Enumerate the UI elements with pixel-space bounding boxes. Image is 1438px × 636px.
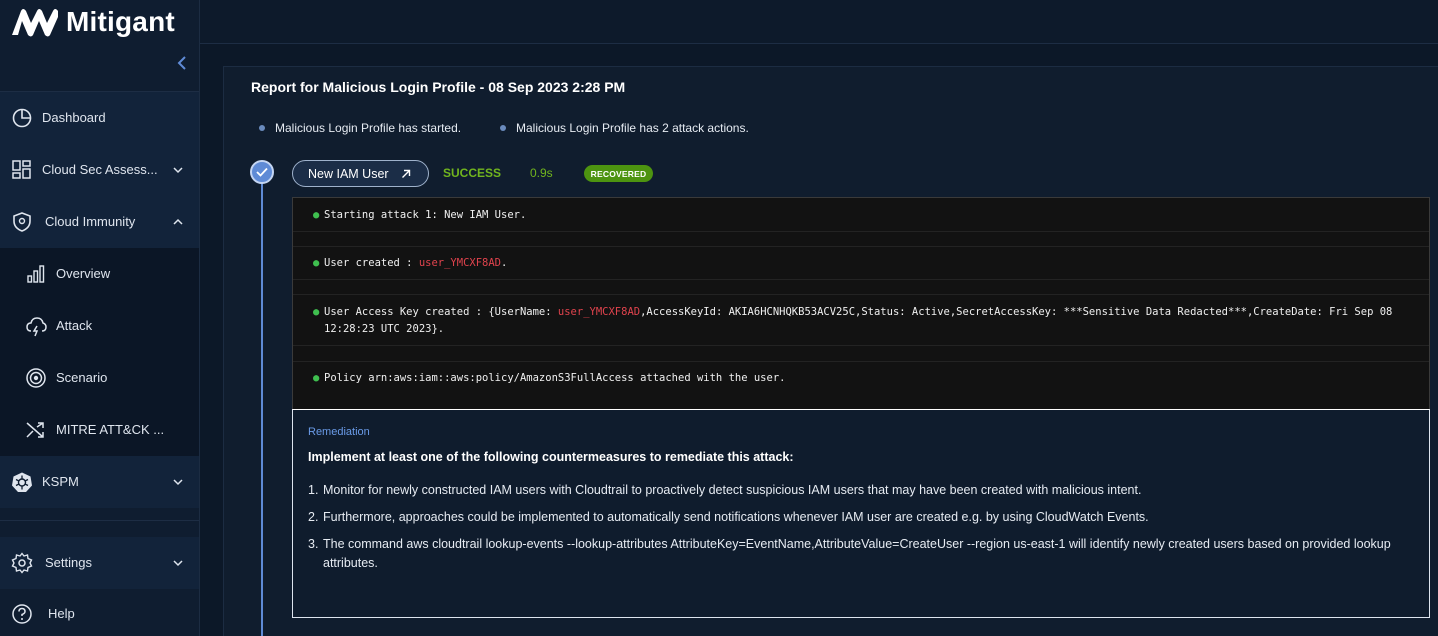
external-link-icon — [401, 169, 410, 178]
log-line: ● Starting attack 1: New IAM User. — [293, 207, 1429, 224]
log-text: User Access Key created : {UserName: — [324, 306, 558, 318]
shield-icon — [13, 212, 31, 232]
remediation-item-number: 3. — [308, 537, 319, 551]
log-dot: ● — [313, 306, 320, 318]
divider — [293, 345, 1429, 346]
report-bullet-actions: Malicious Login Profile has 2 attack act… — [500, 121, 749, 135]
chevron-left-icon — [177, 56, 186, 70]
sidebar: Mitigant Dashboard Cloud Sec Assess... C… — [0, 0, 200, 636]
log-text: Starting attack 1: New IAM User. — [324, 209, 527, 221]
log-line: ● User Access Key created : {UserName: u… — [293, 304, 1429, 338]
log-text: Policy arn:aws:iam::aws:policy/AmazonS3F… — [324, 372, 786, 384]
help-icon — [12, 604, 32, 624]
chevron-down-icon — [173, 167, 183, 174]
log-text: User created : — [324, 257, 419, 269]
logo-text: Mitigant — [66, 6, 175, 37]
report-bullet-started: Malicious Login Profile has started. — [259, 121, 461, 135]
report-title: Report for Malicious Login Profile - 08 … — [251, 79, 626, 95]
sidebar-item-label: Settings — [45, 555, 92, 570]
remediation-heading: Implement at least one of the following … — [308, 450, 794, 464]
chevron-down-icon — [173, 479, 183, 486]
log-line: ● User created : user_YMCXF8AD. — [293, 255, 1429, 272]
bullet-text: Malicious Login Profile has 2 attack act… — [516, 121, 749, 135]
attack-name-button[interactable]: New IAM User — [292, 160, 429, 187]
sidebar-item-help[interactable]: Help — [0, 588, 199, 636]
log-dot: ● — [313, 257, 320, 269]
sidebar-item-overview[interactable]: Overview — [0, 248, 199, 300]
sidebar-item-label: Cloud Sec Assess... — [42, 162, 158, 177]
sidebar-item-label: Attack — [56, 318, 93, 333]
pie-chart-icon — [12, 108, 32, 128]
kubernetes-icon — [12, 472, 32, 492]
remediation-item-number: 1. — [308, 483, 319, 497]
mitigant-logo[interactable]: Mitigant — [10, 6, 175, 38]
remediation-item: 1. Monitor for newly constructed IAM use… — [308, 481, 1413, 500]
remediation-item-number: 2. — [308, 510, 319, 524]
sidebar-item-label: Scenario — [56, 370, 108, 385]
divider — [0, 520, 199, 521]
sidebar-item-label: Cloud Immunity — [45, 214, 136, 229]
sidebar-item-cloud-sec-assessment[interactable]: Cloud Sec Assess... — [0, 144, 199, 196]
remediation-item: 2. Furthermore, approaches could be impl… — [308, 508, 1413, 527]
attack-log: ● Starting attack 1: New IAM User. ● Use… — [292, 197, 1430, 410]
remediation-item-text: The command aws cloudtrail lookup-events… — [323, 537, 1391, 570]
top-bar — [200, 0, 1438, 44]
divider — [293, 231, 1429, 232]
sidebar-item-label: KSPM — [42, 474, 79, 489]
divider — [293, 294, 1429, 295]
timeline-line — [261, 182, 263, 636]
sidebar-item-mitre-attack[interactable]: MITRE ATT&CK ... — [0, 404, 199, 456]
attack-name: New IAM User — [308, 166, 389, 181]
sidebar-item-settings[interactable]: Settings — [0, 537, 199, 589]
divider — [293, 246, 1429, 247]
grid-icon — [12, 160, 31, 179]
target-icon — [26, 368, 46, 388]
sidebar-item-label: MITRE ATT&CK ... — [56, 422, 165, 437]
remediation-panel: Remediation Implement at least one of th… — [292, 409, 1430, 618]
log-text: . — [501, 257, 508, 269]
shuffle-icon — [26, 422, 44, 438]
sidebar-item-scenario[interactable]: Scenario — [0, 352, 199, 404]
sidebar-item-label: Overview — [56, 266, 111, 281]
remediation-label: Remediation — [308, 426, 370, 438]
mitigant-logo-icon — [12, 9, 58, 37]
sidebar-item-label: Dashboard — [42, 110, 106, 125]
log-dot: ● — [313, 372, 320, 384]
log-username: user_YMCXF8AD — [418, 257, 502, 269]
bullet-text: Malicious Login Profile has started. — [275, 121, 462, 135]
chevron-up-icon — [173, 218, 183, 225]
attack-duration: 0.9s — [530, 166, 553, 180]
remediation-item: 3. The command aws cloudtrail lookup-eve… — [308, 535, 1413, 573]
sidebar-item-label: Help — [48, 606, 75, 621]
sidebar-item-kspm[interactable]: KSPM — [0, 456, 199, 508]
attack-status: SUCCESS — [443, 166, 502, 180]
collapse-sidebar-button[interactable] — [173, 54, 191, 72]
gear-icon — [11, 552, 33, 574]
log-dot: ● — [313, 209, 320, 221]
bullet-dot — [259, 125, 265, 131]
log-username: user_YMCXF8AD — [557, 306, 641, 318]
bar-chart-icon — [27, 265, 45, 283]
log-line: ● Policy arn:aws:iam::aws:policy/AmazonS… — [293, 370, 1429, 387]
chevron-down-icon — [173, 560, 183, 567]
remediation-item-text: Monitor for newly constructed IAM users … — [323, 483, 1142, 497]
check-circle-icon — [250, 160, 274, 184]
cloud-bolt-icon — [26, 317, 47, 337]
divider — [293, 361, 1429, 362]
sidebar-item-cloud-immunity[interactable]: Cloud Immunity — [0, 196, 199, 248]
bullet-dot — [500, 125, 506, 131]
divider — [293, 279, 1429, 280]
sidebar-item-dashboard[interactable]: Dashboard — [0, 92, 199, 144]
sidebar-item-attack[interactable]: Attack — [0, 300, 199, 352]
recovered-badge: RECOVERED — [584, 165, 653, 182]
remediation-item-text: Furthermore, approaches could be impleme… — [323, 510, 1149, 524]
